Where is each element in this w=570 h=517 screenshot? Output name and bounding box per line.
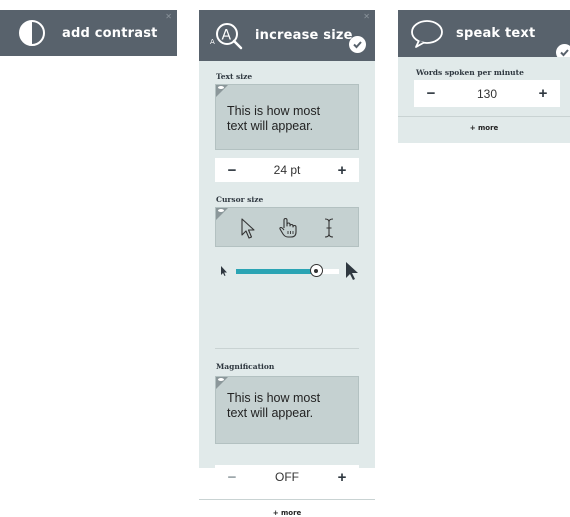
magnification-stepper: − OFF + xyxy=(215,465,359,489)
speak-title: speak text xyxy=(456,26,536,41)
cursor-size-label: Cursor size xyxy=(216,195,264,204)
text-size-decrease-button[interactable]: − xyxy=(225,162,239,179)
close-icon[interactable]: ✕ xyxy=(165,13,172,21)
wpm-stepper: − 130 + xyxy=(414,80,560,107)
check-icon xyxy=(349,36,366,53)
contrast-icon xyxy=(19,20,45,46)
contrast-header[interactable]: add contrast ✕ xyxy=(0,10,177,56)
footer-divider xyxy=(199,499,375,500)
text-size-stepper: − 24 pt + xyxy=(215,158,359,182)
footer-divider xyxy=(398,116,570,117)
wpm-value: 130 xyxy=(476,86,498,101)
text-size-increase-button[interactable]: + xyxy=(335,162,349,179)
cursor-preview xyxy=(215,207,359,247)
svg-text:A: A xyxy=(210,38,215,46)
magnification-preview: This is how most text will appear. xyxy=(215,376,359,444)
size-title: increase size xyxy=(255,28,353,43)
text-preview-line2: text will appear. xyxy=(227,119,314,133)
contrast-panel: add contrast ✕ xyxy=(0,10,177,56)
magnification-label: Magnification xyxy=(216,362,275,371)
text-cursor-icon xyxy=(324,218,334,238)
magnification-increase-button[interactable]: + xyxy=(335,469,349,486)
size-panel: A A increase size ✕ Text size This is ho… xyxy=(199,10,375,517)
magnification-value: OFF xyxy=(275,470,299,484)
section-divider xyxy=(215,348,359,349)
eye-icon xyxy=(218,209,224,212)
speak-body: Words spoken per minute − 130 + + more xyxy=(398,57,570,143)
size-header[interactable]: A A increase size ✕ xyxy=(199,10,375,61)
mag-preview-line1: This is how most xyxy=(227,391,321,405)
text-preview-line1: This is how most xyxy=(227,104,321,118)
size-more-link[interactable]: + more xyxy=(199,509,375,517)
speak-more-link[interactable]: + more xyxy=(398,124,570,132)
text-size-label: Text size xyxy=(216,72,253,81)
wpm-decrease-button[interactable]: − xyxy=(424,85,438,102)
eye-icon xyxy=(218,86,224,89)
mag-preview-line2: text will appear. xyxy=(227,406,314,420)
slider-track[interactable] xyxy=(236,264,339,277)
wpm-label: Words spoken per minute xyxy=(416,68,524,77)
size-body: Text size This is how most text will app… xyxy=(199,61,375,517)
small-cursor-icon xyxy=(221,266,227,276)
text-size-value: 24 pt xyxy=(273,163,301,177)
large-cursor-icon xyxy=(346,262,358,280)
svg-text:A: A xyxy=(222,27,232,43)
magnification-decrease-button[interactable]: − xyxy=(225,469,239,486)
cursor-size-slider[interactable] xyxy=(215,260,359,282)
speak-header[interactable]: speak text xyxy=(398,10,570,61)
speech-bubble-icon xyxy=(411,19,443,48)
close-icon[interactable]: ✕ xyxy=(363,13,370,21)
speak-panel: speak text Words spoken per minute − 130… xyxy=(398,10,570,143)
wpm-increase-button[interactable]: + xyxy=(536,85,550,102)
contrast-title: add contrast xyxy=(62,25,158,41)
text-size-preview: This is how most text will appear. xyxy=(215,84,359,150)
slider-thumb[interactable] xyxy=(309,264,323,277)
eye-icon xyxy=(218,378,224,381)
arrow-cursor-icon xyxy=(241,218,255,239)
magnify-text-icon: A A xyxy=(210,22,243,49)
slider-fill xyxy=(236,269,317,274)
hand-cursor-icon xyxy=(279,217,297,238)
